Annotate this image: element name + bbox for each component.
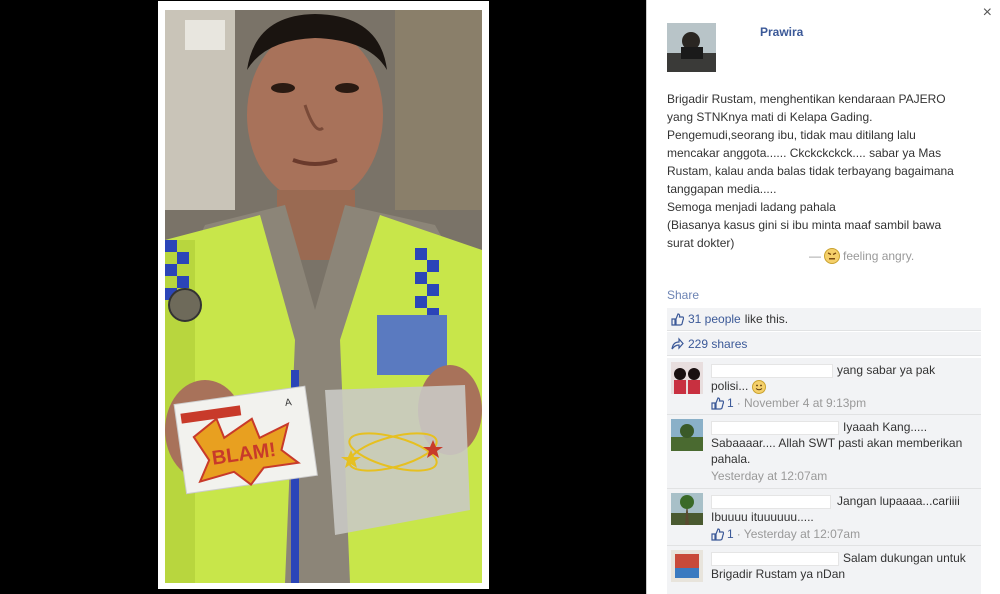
commenter-avatar[interactable]: [671, 550, 703, 582]
photo-illustration: BLAM! A: [165, 10, 482, 583]
post-line: tanggapan media.....: [667, 182, 777, 196]
like-thumb-icon[interactable]: [711, 396, 724, 410]
author-avatar[interactable]: [667, 23, 716, 72]
post-photo[interactable]: BLAM! A: [165, 10, 482, 583]
comment-time[interactable]: · Yesterday at 12:07am: [737, 527, 860, 541]
comment-meta: 1 · Yesterday at 12:07am: [711, 527, 860, 541]
comment-time[interactable]: · November 4 at 9:13pm: [737, 396, 866, 410]
share-button[interactable]: Share: [667, 288, 699, 302]
post-line: Semoga menjadi ladang pahala: [667, 200, 836, 214]
comment-item: Iyaaah Kang..... Sabaaaar.... Allah SWT …: [667, 415, 981, 489]
close-icon[interactable]: ×: [983, 4, 992, 22]
commenter-avatar[interactable]: [671, 362, 703, 394]
post-author[interactable]: Prawira: [760, 25, 803, 39]
angry-face-icon: [824, 248, 840, 264]
post-line: Brigadir Rustam, menghentikan kendaraan …: [667, 92, 946, 106]
feeling-status: — feeling angry.: [809, 248, 914, 264]
comment-text: yang sabar ya pak: [837, 363, 936, 377]
commenter-avatar[interactable]: [671, 493, 703, 525]
likes-bar: 31 people like this.: [667, 308, 981, 331]
comment-item: yang sabar ya pak polisi... 1 · November…: [667, 358, 981, 415]
comment-text: Salam dukungan untuk: [843, 551, 966, 565]
post-sidebar: × Prawira Brigadir Rustam, menghentikan …: [646, 0, 1000, 594]
feeling-dash: —: [809, 249, 821, 263]
comment-item: Jangan lupaaaa...cariiii Ibuuuu ituuuuuu…: [667, 489, 981, 546]
commenter-name[interactable]: [711, 552, 839, 566]
like-thumb-icon: [671, 312, 684, 326]
comment-like-count[interactable]: 1: [727, 527, 734, 541]
comment-list: yang sabar ya pak polisi... 1 · November…: [667, 358, 981, 594]
comment-text-line: Sabaaaar.... Allah SWT pasti akan member…: [711, 436, 963, 450]
commenter-name[interactable]: [711, 364, 833, 378]
post-body: Brigadir Rustam, menghentikan kendaraan …: [667, 90, 987, 252]
likes-suffix: like this.: [744, 312, 789, 326]
smile-emoticon-icon: [752, 379, 767, 394]
commenter-name[interactable]: [711, 421, 839, 435]
comment-text-line2: polisi...: [711, 379, 749, 393]
post-line: yang STNKnya mati di Kelapa Gading.: [667, 110, 873, 124]
comment-text-line: pahala.: [711, 452, 751, 466]
comment-meta: Yesterday at 12:07am: [711, 469, 827, 483]
comment-item: Salam dukungan untuk Brigadir Rustam ya …: [667, 546, 981, 594]
comment-text-line: polisi...: [711, 378, 767, 395]
photo-viewer: BLAM! A × Prawira Brigadir Rustam, mengh…: [0, 0, 1000, 594]
comment-text-line: Ibuuuu ituuuuuu.....: [711, 510, 814, 524]
commenter-avatar[interactable]: [671, 419, 703, 451]
like-thumb-icon[interactable]: [711, 527, 724, 541]
post-line: Rustam, kalau anda balas tidak terbayang…: [667, 164, 954, 178]
shares-bar: 229 shares: [667, 332, 981, 356]
shares-count-link[interactable]: 229 shares: [688, 337, 747, 351]
commenter-name[interactable]: [711, 495, 831, 509]
comment-meta: 1 · November 4 at 9:13pm: [711, 396, 866, 410]
comment-text: Iyaaah Kang.....: [843, 420, 928, 434]
likes-count-link[interactable]: 31 people: [688, 312, 741, 326]
post-line: Pengemudi,seorang ibu, tidak mau ditilan…: [667, 128, 916, 142]
share-arrow-icon: [671, 337, 684, 350]
feeling-label[interactable]: feeling angry.: [843, 249, 914, 263]
post-line: (Biasanya kasus gini si ibu minta maaf s…: [667, 218, 942, 232]
post-line: mencakar anggota...... Ckckckckck.... sa…: [667, 146, 942, 160]
comment-like-count[interactable]: 1: [727, 396, 734, 410]
comment-text: Jangan lupaaaa...cariiii: [837, 494, 960, 508]
comment-time[interactable]: Yesterday at 12:07am: [711, 469, 827, 483]
comment-text-line: Brigadir Rustam ya nDan: [711, 567, 846, 581]
